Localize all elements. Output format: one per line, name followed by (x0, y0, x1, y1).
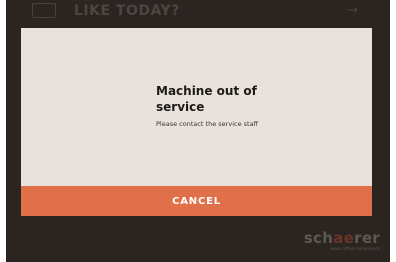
cancel-button[interactable]: CANCEL (21, 186, 372, 216)
logo-prefix: sch (303, 229, 334, 247)
background-title: LIKE TODAY? (74, 3, 180, 19)
brand-logo: schaerer swiss coffee competence (304, 230, 380, 252)
background-header: LIKE TODAY? → (6, 0, 390, 26)
logo-suffix: rer (354, 229, 380, 247)
logo-accent: ae (333, 229, 355, 247)
dialog-title: Machine out of service (156, 84, 257, 114)
arrow-right-icon: → (347, 3, 358, 18)
back-icon (32, 3, 56, 18)
machine-screen: LIKE TODAY? → Machine out of service Ple… (6, 0, 390, 262)
dialog-message: Please contact the service staff (156, 120, 259, 128)
error-dialog: Machine out of service Please contact th… (21, 28, 372, 216)
logo-wordmark: schaerer (304, 230, 380, 246)
